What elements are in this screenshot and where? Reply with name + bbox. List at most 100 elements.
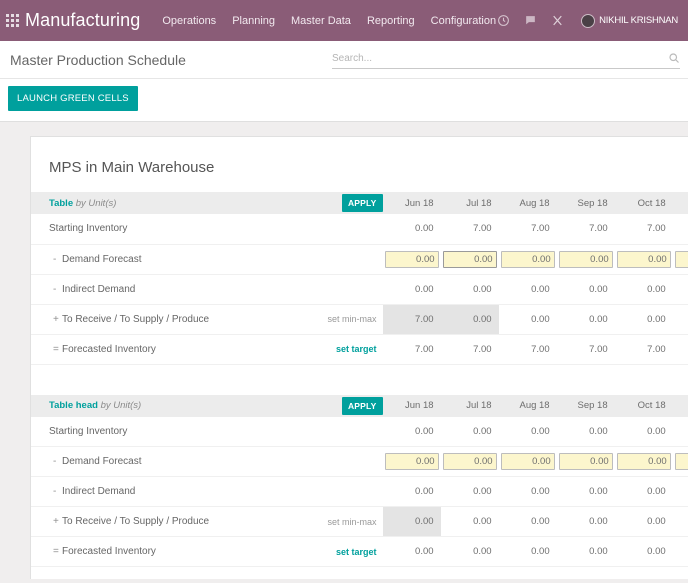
demand-forecast-input-aug-18[interactable] [500, 250, 555, 268]
row-operator: - [53, 283, 57, 295]
apply-button[interactable]: APPLY [341, 396, 383, 415]
row-operator: - [53, 253, 57, 265]
demand-forecast-input-oct-18[interactable] [616, 250, 671, 268]
demand-forecast-input-jul-18[interactable] [442, 250, 497, 268]
search-bar[interactable] [332, 50, 680, 69]
row-label-to-receive-to-supply-produce: + To Receive / To Supply / Produce [31, 506, 280, 537]
table-row: - Demand Forecast [31, 446, 688, 477]
add-a-product-link[interactable]: Add a Product [31, 567, 112, 579]
mps-card: MPS in Main Warehouse Table by Unit(s) AP… [30, 136, 688, 579]
row-action-cell [279, 274, 383, 305]
table-name-label: Table [49, 197, 74, 209]
cell-input-wrap [614, 244, 673, 275]
cell-value: 0.00 [556, 506, 615, 537]
demand-forecast-input-jul-18[interactable] [442, 453, 497, 470]
table-unit-label: by Unit(s) [100, 400, 142, 411]
cell-input-wrap [440, 244, 499, 275]
app-brand-title[interactable]: Manufacturing [25, 10, 140, 31]
menu-item-configuration[interactable]: Configuration [431, 13, 496, 29]
table-row: = Forecasted Inventory set target 0.00 0.00 0… [31, 536, 688, 567]
demand-forecast-input-jun-18[interactable] [384, 250, 439, 268]
row-label-starting-inventory: Starting Inventory [31, 214, 280, 245]
cell-value: 0.00 [672, 476, 688, 507]
row-label-indirect-demand: - Indirect Demand [31, 274, 280, 305]
sub-header-bar: Master Production Schedule [0, 41, 688, 79]
menu-item-planning[interactable]: Planning [232, 13, 275, 29]
cell-value: 0.00 [556, 476, 615, 507]
table-unit-label: by Unit(s) [75, 197, 117, 209]
main-menu: Operations Planning Master Data Reportin… [162, 13, 496, 29]
cell-input-wrap [382, 446, 441, 477]
cell-value: 7.00 [382, 334, 441, 365]
cell-value: 0.00 [382, 274, 441, 305]
month-header-sep-18: Sep 18 [556, 394, 615, 417]
row-label-demand-forecast: - Demand Forecast [31, 446, 280, 477]
cell-value: 0.00 [556, 274, 615, 305]
apps-grid-icon[interactable] [6, 11, 19, 31]
row-action-set-target[interactable]: set target [336, 547, 377, 557]
cell-value: 0.00 [440, 536, 499, 567]
cell-value: 7.00 [556, 334, 615, 365]
cell-value: 0.00 [382, 506, 441, 537]
mps-tables-container: Table by Unit(s) APPLY Jun 18 Jul 18 Aug 18 S… [31, 192, 688, 567]
cell-value: 0.00 [556, 536, 615, 567]
cell-value: 0.00 [614, 304, 673, 335]
demand-forecast-input-oct-18[interactable] [616, 453, 671, 470]
cell-value: 7.00 [672, 214, 688, 245]
row-label-starting-inventory: Starting Inventory [31, 416, 280, 447]
row-action-cell: set min-max [279, 506, 383, 537]
cell-value: 0.00 [498, 416, 557, 447]
launch-green-cells-button[interactable]: LAUNCH GREEN CELLS [8, 86, 138, 111]
month-header-jul-18: Jul 18 [440, 394, 499, 417]
cell-value: 0.00 [614, 416, 673, 447]
table-gap [31, 365, 688, 395]
cell-value: 7.00 [382, 304, 441, 335]
menu-item-operations[interactable]: Operations [162, 13, 216, 29]
cell-value: 7.00 [440, 334, 499, 365]
search-icon[interactable] [668, 52, 680, 64]
cell-value: 0.00 [440, 304, 499, 335]
demand-forecast-input-sep-18[interactable] [558, 250, 613, 268]
cell-value: 0.00 [672, 416, 688, 447]
cell-value: 7.00 [498, 334, 557, 365]
user-menu[interactable]: NIKHIL KRISHNAN [581, 13, 678, 28]
month-header-oct-18: Oct 18 [614, 192, 673, 214]
chat-bubble-icon[interactable] [523, 14, 537, 28]
cell-input-wrap [382, 244, 441, 275]
cell-value: 0.00 [382, 416, 441, 447]
cell-value: 0.00 [672, 274, 688, 305]
clock-icon[interactable] [496, 14, 510, 28]
row-label-demand-forecast: - Demand Forecast [31, 244, 280, 275]
demand-forecast-input-aug-18[interactable] [500, 453, 555, 470]
menu-item-master-data[interactable]: Master Data [291, 13, 351, 29]
row-action-set-min-max[interactable]: set min-max [328, 517, 377, 527]
row-action-set-min-max[interactable]: set min-max [328, 314, 377, 324]
mps-table-table: Table by Unit(s) APPLY Jun 18 Jul 18 Aug 18 S… [31, 192, 688, 365]
search-input[interactable] [332, 50, 668, 66]
apply-button-cell: APPLY [279, 394, 383, 417]
cell-value: 0.00 [614, 536, 673, 567]
cell-input-wrap [672, 244, 688, 275]
cell-value: 0.00 [556, 416, 615, 447]
table-name-label: Table head [49, 400, 98, 411]
top-navigation-bar: Manufacturing Operations Planning Master… [0, 0, 688, 41]
row-action-cell [279, 416, 383, 447]
demand-forecast-input-sep-18[interactable] [558, 453, 613, 470]
cell-value: 0.00 [672, 304, 688, 335]
menu-item-reporting[interactable]: Reporting [367, 13, 415, 29]
table-row: -Indirect Demand0.000.000.000.000.000.00… [31, 274, 688, 305]
row-action-set-target[interactable]: set target [336, 344, 377, 354]
table-name-cell: Table by Unit(s) [31, 192, 280, 214]
row-label-to-receive-to-supply-produce: + To Receive / To Supply / Produce [31, 304, 280, 335]
row-operator: + [53, 313, 59, 325]
mps-table-table-head: Table head by Unit(s) APPLY Jun 18 Jul 18 Au… [31, 394, 688, 567]
demand-forecast-input-jun-18[interactable] [384, 453, 439, 470]
table-row: + To Receive / To Supply / Produce set min… [31, 506, 688, 537]
demand-forecast-input-nov-18[interactable] [674, 453, 688, 470]
month-header-oct-18: Oct 18 [614, 394, 673, 417]
activity-x-icon[interactable] [550, 14, 564, 28]
cell-value: 0.00 [498, 506, 557, 537]
table-row: - Demand Forecast [31, 244, 688, 275]
demand-forecast-input-nov-18[interactable] [674, 250, 688, 268]
apply-button[interactable]: APPLY [341, 194, 383, 212]
